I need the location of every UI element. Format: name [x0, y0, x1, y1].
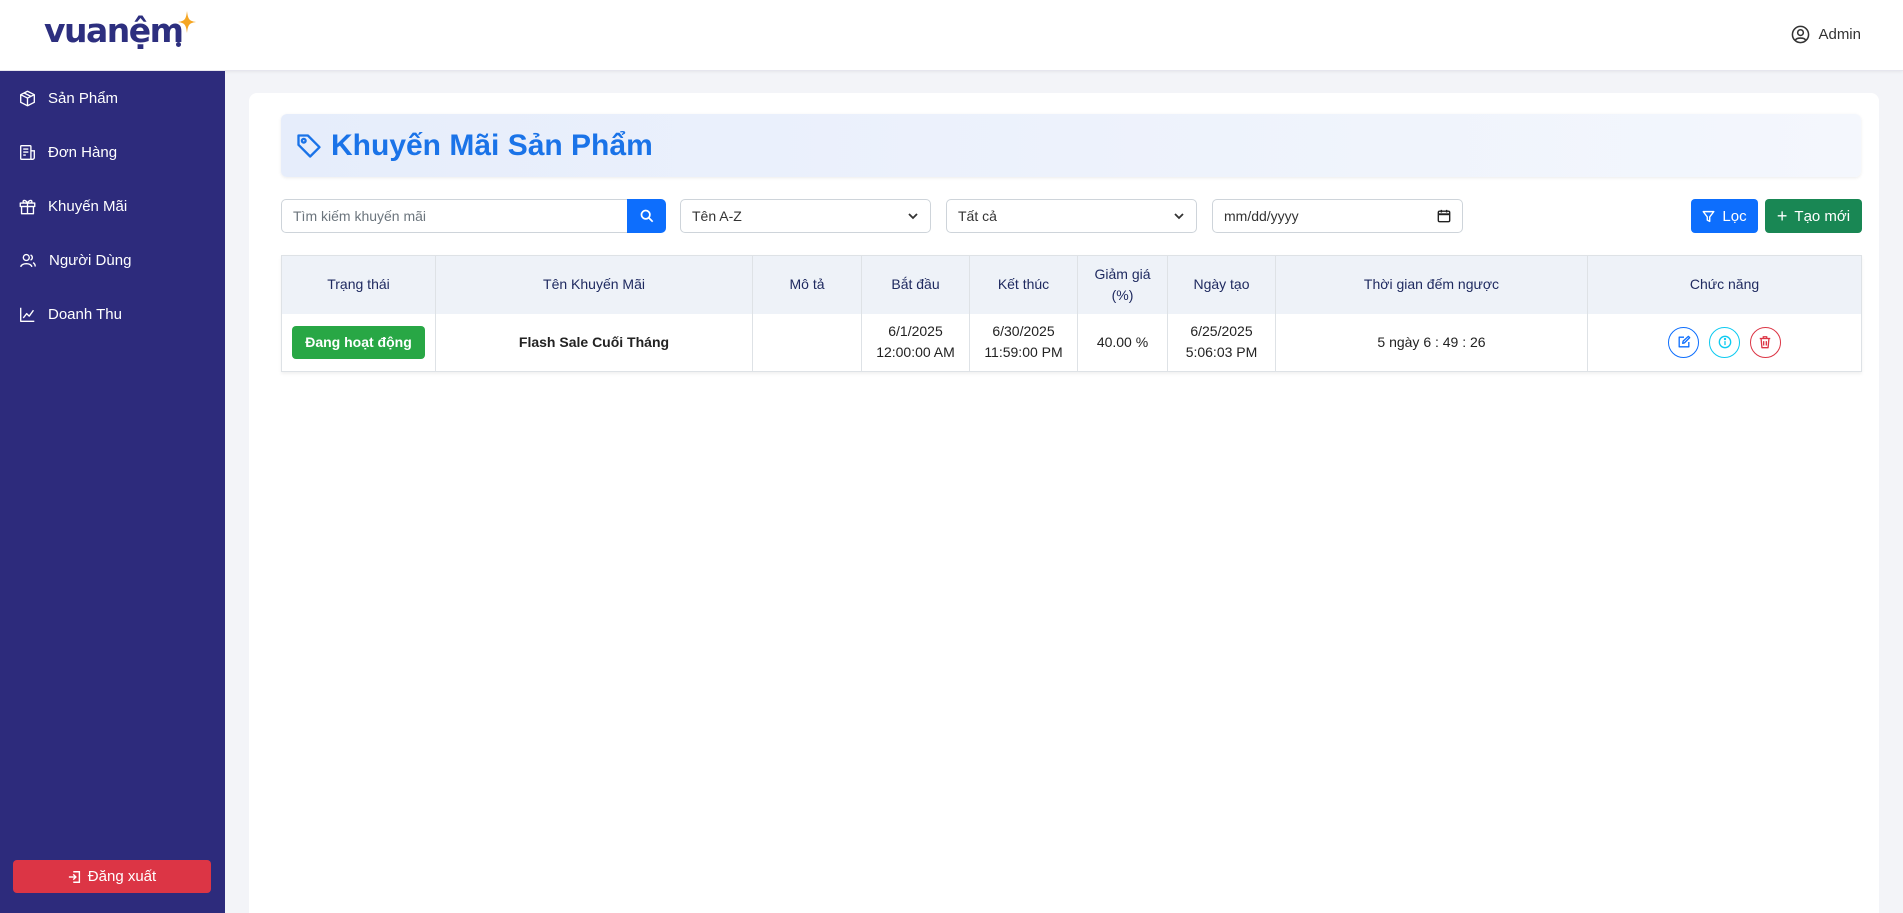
promotions-table: Trạng thái Tên Khuyến Mãi Mô tả Bắt đầu … — [281, 255, 1862, 372]
edit-button[interactable] — [1668, 326, 1700, 358]
calendar-icon — [1437, 209, 1451, 223]
status-select[interactable]: Tất cả — [946, 199, 1197, 233]
date-input[interactable]: mm/dd/yyyy — [1212, 199, 1463, 233]
info-icon — [1718, 335, 1731, 349]
status-badge: Đang hoạt động — [292, 325, 425, 359]
status-select-value: Tất cả — [958, 208, 997, 224]
sidebar-item-label: Sản Phẩm — [48, 89, 119, 107]
col-name[interactable]: Tên Khuyến Mãi — [435, 255, 753, 314]
sidebar-item-label: Khuyến Mãi — [48, 197, 128, 215]
col-status[interactable]: Trạng thái — [281, 255, 436, 314]
sidebar-item-label: Đơn Hàng — [48, 143, 118, 161]
filter-icon — [1702, 210, 1715, 222]
info-button[interactable] — [1709, 326, 1740, 358]
created-date: 6/25/2025 — [1190, 323, 1253, 340]
edit-icon — [1678, 335, 1690, 348]
receipt-icon — [20, 144, 35, 160]
col-countdown[interactable]: Thời gian đếm ngược — [1275, 255, 1588, 314]
col-actions: Chức năng — [1587, 255, 1862, 314]
user-circle-icon — [1792, 25, 1810, 44]
status-cell: Đang hoạt động — [281, 313, 436, 372]
chart-line-icon — [20, 307, 35, 322]
col-description[interactable]: Mô tả — [752, 255, 862, 314]
user-menu[interactable]: Admin — [1791, 25, 1861, 44]
gift-icon — [19, 199, 36, 214]
logo-text: vuanệm — [44, 11, 184, 50]
filter-label: Lọc — [1722, 207, 1747, 225]
table-header-row: Trạng thái Tên Khuyến Mãi Mô tả Bắt đầu … — [281, 255, 1862, 314]
discount-cell: 40.00 % — [1077, 313, 1168, 372]
search-input[interactable] — [281, 199, 627, 233]
trash-icon — [1760, 336, 1771, 349]
actions-cell — [1588, 314, 1862, 372]
created-cell: 6/25/2025 5:06:03 PM — [1167, 313, 1276, 372]
user-name: Admin — [1818, 26, 1861, 43]
date-input-placeholder: mm/dd/yyyy — [1224, 208, 1299, 224]
col-end[interactable]: Kết thúc — [969, 255, 1078, 314]
table-row: Đang hoạt động Flash Sale Cuối Tháng 6/1… — [281, 313, 1862, 372]
chevron-down-icon — [908, 213, 918, 220]
sparkle-icon — [178, 11, 196, 33]
chevron-down-icon — [1174, 213, 1184, 220]
brand-logo[interactable]: vuanệm — [44, 11, 196, 50]
box-icon — [20, 90, 35, 106]
col-start[interactable]: Bắt đầu — [861, 255, 970, 314]
sidebar-item-nguoi-dung[interactable]: Người Dùng — [0, 233, 225, 287]
sidebar-item-don-hang[interactable]: Đơn Hàng — [0, 125, 225, 179]
page-title: Khuyến Mãi Sản Phẩm — [331, 128, 653, 162]
countdown-cell: 5 ngày 6 : 49 : 26 — [1275, 313, 1588, 372]
sidebar-item-san-pham[interactable]: Sản Phẩm — [0, 71, 225, 125]
sidebar: Sản Phẩm Đơn Hàng Khuyến Mãi Người Dùng … — [0, 71, 225, 913]
end-cell: 6/30/2025 11:59:00 PM — [969, 313, 1078, 372]
search-icon — [640, 209, 653, 223]
top-header: vuanệm Admin — [0, 0, 1903, 71]
page-header: Khuyến Mãi Sản Phẩm — [281, 114, 1861, 177]
sort-select-value: Tên A-Z — [692, 208, 742, 224]
search-button[interactable] — [627, 199, 666, 233]
sort-select[interactable]: Tên A-Z — [680, 199, 931, 233]
main-card: Khuyến Mãi Sản Phẩm Tên A-Z Tất cả mm/dd… — [249, 93, 1879, 913]
users-icon — [20, 253, 36, 267]
start-date: 6/1/2025 — [888, 323, 943, 340]
end-time: 11:59:00 PM — [984, 344, 1063, 361]
start-cell: 6/1/2025 12:00:00 AM — [861, 313, 970, 372]
logo-dot — [176, 42, 181, 47]
filter-button[interactable]: Lọc — [1691, 199, 1758, 233]
plus-icon: + — [1776, 206, 1788, 226]
description-cell — [752, 313, 862, 372]
sign-out-icon — [68, 870, 80, 883]
sidebar-item-khuyen-mai[interactable]: Khuyến Mãi — [0, 179, 225, 233]
create-new-button[interactable]: + Tạo mới — [1765, 199, 1862, 233]
start-time: 12:00:00 AM — [876, 344, 955, 361]
sidebar-item-doanh-thu[interactable]: Doanh Thu — [0, 287, 225, 341]
promo-name-cell: Flash Sale Cuối Tháng — [435, 313, 753, 372]
create-label: Tạo mới — [1794, 207, 1851, 225]
search-group — [281, 199, 666, 233]
created-time: 5:06:03 PM — [1185, 344, 1258, 361]
logout-label: Đăng xuất — [87, 868, 157, 885]
sidebar-item-label: Người Dùng — [49, 251, 132, 269]
end-date: 6/30/2025 — [992, 323, 1055, 340]
col-discount[interactable]: Giảm giá (%) — [1077, 255, 1168, 314]
delete-button[interactable] — [1749, 326, 1781, 358]
col-created[interactable]: Ngày tạo — [1167, 255, 1276, 314]
logout-button[interactable]: Đăng xuất — [13, 860, 211, 893]
sidebar-item-label: Doanh Thu — [48, 305, 122, 323]
tag-icon — [297, 133, 321, 158]
